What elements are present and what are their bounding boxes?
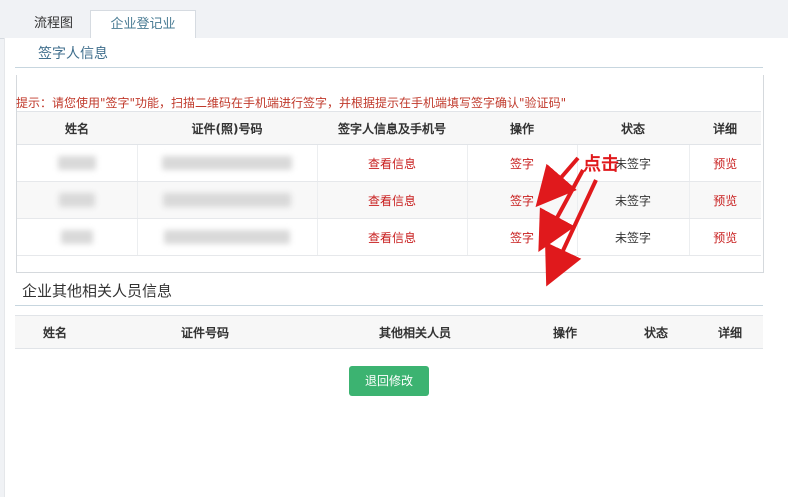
- preview-link[interactable]: 预览: [713, 231, 737, 245]
- sign-link[interactable]: 签字: [510, 231, 534, 245]
- table-row: 查看信息 签字 未签字 预览: [17, 144, 761, 182]
- sign-link[interactable]: 签字: [510, 194, 534, 208]
- id-cell-redacted: [136, 181, 317, 219]
- name-cell-redacted: [17, 218, 137, 256]
- id-cell-redacted: [136, 144, 317, 182]
- back-modify-button[interactable]: 退回修改: [349, 366, 429, 396]
- section-divider: [15, 67, 763, 68]
- col-signer-info: 签字人信息及手机号: [317, 111, 467, 145]
- view-info-link[interactable]: 查看信息: [368, 157, 416, 171]
- col-id-number: 证件号码: [95, 315, 315, 349]
- col-action: 操作: [467, 111, 577, 145]
- col-action: 操作: [515, 315, 615, 349]
- tab-flowchart[interactable]: 流程图: [20, 10, 87, 38]
- table-row: 查看信息 签字 未签字 预览: [17, 181, 761, 219]
- col-name: 姓名: [15, 315, 95, 349]
- section-divider: [15, 305, 763, 306]
- tab-enterprise-registration[interactable]: 企业登记业务: [90, 10, 196, 60]
- status-cell: 未签字: [576, 218, 689, 256]
- preview-link[interactable]: 预览: [713, 157, 737, 171]
- tab-bar: 流程图 企业登记业务: [0, 0, 788, 60]
- view-info-link[interactable]: 查看信息: [368, 231, 416, 245]
- others-table: 姓名 证件号码 其他相关人员 操作 状态 详细: [15, 315, 763, 349]
- col-detail: 详细: [689, 111, 761, 145]
- others-section-title: 企业其他相关人员信息: [22, 282, 173, 300]
- preview-link[interactable]: 预览: [713, 194, 737, 208]
- status-cell: 未签字: [576, 181, 689, 219]
- annotation-label: 点击: [583, 154, 619, 175]
- signer-hint: 提示：请您使用"签字"功能，扫描二维码在手机端进行签字，并根据提示在手机端填写签…: [16, 96, 567, 110]
- col-status: 状态: [615, 315, 697, 349]
- col-name: 姓名: [17, 111, 137, 145]
- view-info-link[interactable]: 查看信息: [368, 194, 416, 208]
- name-cell-redacted: [17, 181, 137, 219]
- col-related-persons: 其他相关人员: [315, 315, 515, 349]
- col-detail: 详细: [697, 315, 763, 349]
- signer-table: 姓名 证件(照)号码 签字人信息及手机号 操作 状态 详细 查看信息 签字 未签…: [17, 111, 761, 256]
- col-id-number: 证件(照)号码: [137, 111, 317, 145]
- name-cell-redacted: [17, 144, 137, 182]
- id-cell-redacted: [136, 218, 317, 256]
- col-status: 状态: [577, 111, 689, 145]
- signer-section-title: 签字人信息: [38, 46, 108, 62]
- table-row: 查看信息 签字 未签字 预览: [17, 218, 761, 256]
- sign-link[interactable]: 签字: [510, 157, 534, 171]
